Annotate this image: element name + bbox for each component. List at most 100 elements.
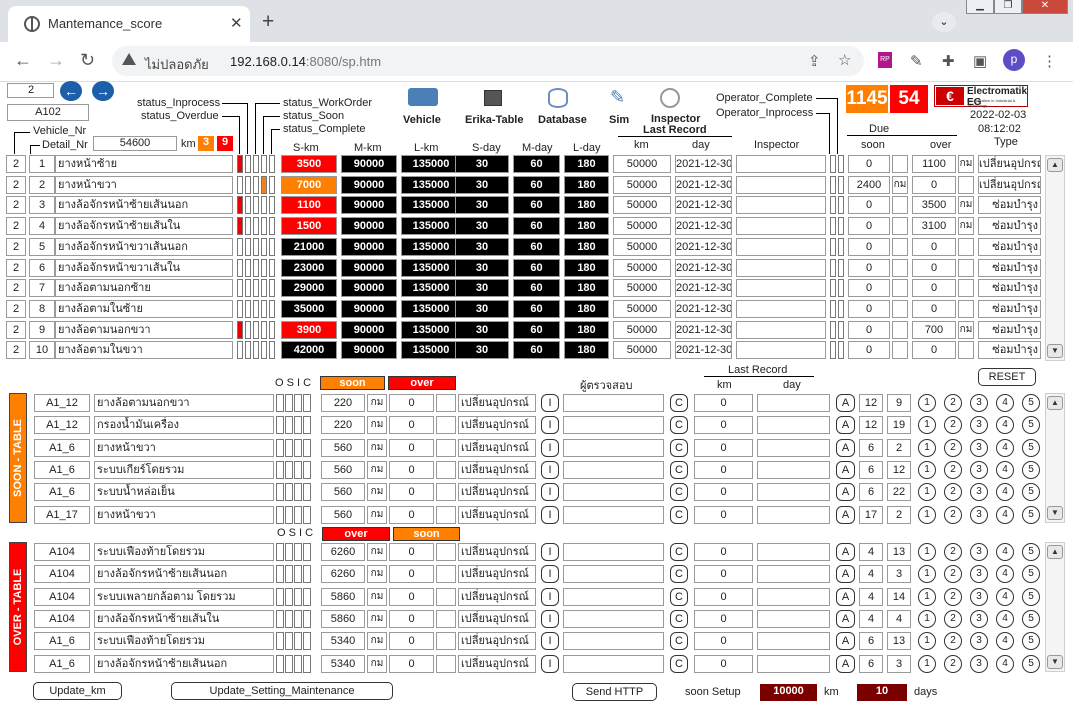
status-workorder-flag[interactable] — [253, 279, 259, 298]
row-part-name[interactable]: ยางล้อจักรหน้าซ้ายเส้นใน — [55, 217, 233, 236]
eyedropper-icon[interactable]: ✎ — [910, 52, 923, 70]
osic-flag-o[interactable] — [276, 438, 284, 457]
osic-flag-s[interactable] — [285, 609, 293, 628]
person-icon[interactable] — [660, 88, 680, 108]
status-complete-flag[interactable] — [269, 175, 275, 194]
row-type[interactable]: เปลี่ยนอุปกรณ์ — [458, 565, 536, 584]
row-last-km[interactable]: 0 — [694, 483, 753, 502]
row-type[interactable]: เปลี่ยนอุปกรณ์ — [458, 460, 536, 479]
priority-button-4[interactable]: 4 — [996, 654, 1014, 673]
priority-button-2[interactable]: 2 — [944, 438, 962, 457]
operator-complete-flag[interactable] — [830, 320, 836, 339]
priority-button-4[interactable]: 4 — [996, 505, 1014, 524]
osic-flag-i[interactable] — [294, 654, 302, 673]
osic-flag-c[interactable] — [303, 416, 311, 435]
row-vehicle-id[interactable]: A1_6 — [34, 654, 90, 673]
row-type[interactable]: ซ่อมบำรุง — [978, 279, 1041, 298]
row-part-name[interactable]: ยางล้อตามนอกขวา — [55, 320, 233, 339]
row-part-name[interactable]: ระบบเกียร์โดยรวม — [94, 460, 274, 479]
status-workorder-flag[interactable] — [253, 320, 259, 339]
complete-button[interactable]: C — [670, 416, 688, 435]
row-last-day[interactable] — [757, 416, 830, 435]
priority-button-3[interactable]: 3 — [970, 654, 988, 673]
row-part-name[interactable]: ยางล้อตามนอกขวา — [94, 394, 274, 412]
inprocess-button[interactable]: I — [541, 587, 559, 606]
priority-button-2[interactable]: 2 — [944, 460, 962, 479]
osic-flag-o[interactable] — [276, 460, 284, 479]
puzzle-icon[interactable]: ✚ — [942, 52, 955, 70]
row-part-name[interactable]: ยางล้อจักรหน้าซ้ายเส้นนอก — [55, 196, 233, 215]
row-vehicle-id[interactable]: A104 — [34, 543, 90, 561]
priority-button-2[interactable]: 2 — [944, 609, 962, 628]
close-window-icon[interactable]: ✕ — [1022, 0, 1068, 14]
operator-inprocess-flag[interactable] — [838, 320, 844, 339]
priority-button-4[interactable]: 4 — [996, 394, 1014, 412]
priority-button-1[interactable]: 1 — [918, 565, 936, 584]
osic-flag-o[interactable] — [276, 632, 284, 651]
priority-button-2[interactable]: 2 — [944, 632, 962, 651]
setup-days-input[interactable]: 10 — [857, 684, 907, 701]
osic-flag-o[interactable] — [276, 416, 284, 435]
complete-button[interactable]: C — [670, 505, 688, 524]
row-inspector[interactable] — [563, 609, 664, 628]
row-last-day[interactable] — [757, 654, 830, 673]
row-vehicle-id[interactable]: A1_12 — [34, 394, 90, 412]
row-inspector[interactable] — [736, 258, 826, 277]
row-type[interactable]: เปลี่ยนอุปกรณ์ — [978, 155, 1041, 173]
operator-inprocess-flag[interactable] — [838, 175, 844, 194]
priority-button-4[interactable]: 4 — [996, 438, 1014, 457]
osic-flag-o[interactable] — [276, 654, 284, 673]
osic-flag-c[interactable] — [303, 543, 311, 561]
status-complete-flag[interactable] — [269, 237, 275, 256]
priority-button-3[interactable]: 3 — [970, 587, 988, 606]
assign-button[interactable]: A — [836, 565, 855, 584]
row-part-name[interactable]: ยางล้อจักรหน้าซ้ายเส้นนอก — [94, 654, 274, 673]
vehicle-nav[interactable]: Vehicle — [403, 114, 441, 126]
status-complete-flag[interactable] — [269, 258, 275, 277]
row-vehicle-id[interactable]: A1_6 — [34, 632, 90, 651]
row-type[interactable]: เปลี่ยนอุปกรณ์ — [458, 483, 536, 502]
row-last-day[interactable]: 2021-12-30 — [675, 196, 732, 215]
priority-button-2[interactable]: 2 — [944, 394, 962, 412]
status-inprocess-flag[interactable] — [237, 341, 243, 360]
status-overdue-flag[interactable] — [245, 320, 251, 339]
row-inspector[interactable] — [736, 175, 826, 194]
row-last-km[interactable]: 50000 — [613, 320, 671, 339]
priority-button-5[interactable]: 5 — [1022, 587, 1040, 606]
row-inspector[interactable] — [563, 565, 664, 584]
inprocess-button[interactable]: I — [541, 565, 559, 584]
operator-complete-flag[interactable] — [830, 175, 836, 194]
status-soon-flag[interactable] — [261, 217, 267, 236]
priority-button-2[interactable]: 2 — [944, 565, 962, 584]
status-soon-flag[interactable] — [261, 175, 267, 194]
status-inprocess-flag[interactable] — [237, 237, 243, 256]
inprocess-button[interactable]: I — [541, 416, 559, 435]
row-vehicle-nr[interactable]: 2 — [6, 258, 26, 277]
row-last-km[interactable]: 0 — [694, 632, 753, 651]
priority-button-1[interactable]: 1 — [918, 483, 936, 502]
osic-flag-o[interactable] — [276, 609, 284, 628]
pen-icon[interactable]: ✎ — [610, 87, 625, 108]
row-part-name[interactable]: ยางหน้าซ้าย — [55, 155, 233, 173]
row-type[interactable]: เปลี่ยนอุปกรณ์ — [458, 394, 536, 412]
row-part-name[interactable]: ระบบน้ำหล่อเย็น — [94, 483, 274, 502]
status-soon-flag[interactable] — [261, 320, 267, 339]
assign-button[interactable]: A — [836, 505, 855, 524]
priority-button-5[interactable]: 5 — [1022, 505, 1040, 524]
update-setting-button[interactable]: Update_Setting_Maintenance — [171, 682, 393, 700]
row-last-day[interactable]: 2021-12-30 — [675, 341, 732, 360]
inprocess-button[interactable]: I — [541, 460, 559, 479]
priority-button-2[interactable]: 2 — [944, 543, 962, 561]
browser-tab[interactable]: Mantemance_score ✕ — [8, 6, 250, 42]
row-type[interactable]: เปลี่ยนอุปกรณ์ — [458, 587, 536, 606]
prev-arrow-icon[interactable]: ← — [60, 81, 82, 101]
osic-flag-i[interactable] — [294, 438, 302, 457]
priority-button-2[interactable]: 2 — [944, 654, 962, 673]
row-part-name[interactable]: ยางล้อตามในซ้าย — [55, 299, 233, 318]
operator-inprocess-flag[interactable] — [838, 155, 844, 173]
row-last-day[interactable] — [757, 565, 830, 584]
priority-button-1[interactable]: 1 — [918, 438, 936, 457]
bookmark-star-icon[interactable]: ☆ — [838, 51, 851, 69]
status-inprocess-flag[interactable] — [237, 175, 243, 194]
row-last-day[interactable]: 2021-12-30 — [675, 155, 732, 173]
